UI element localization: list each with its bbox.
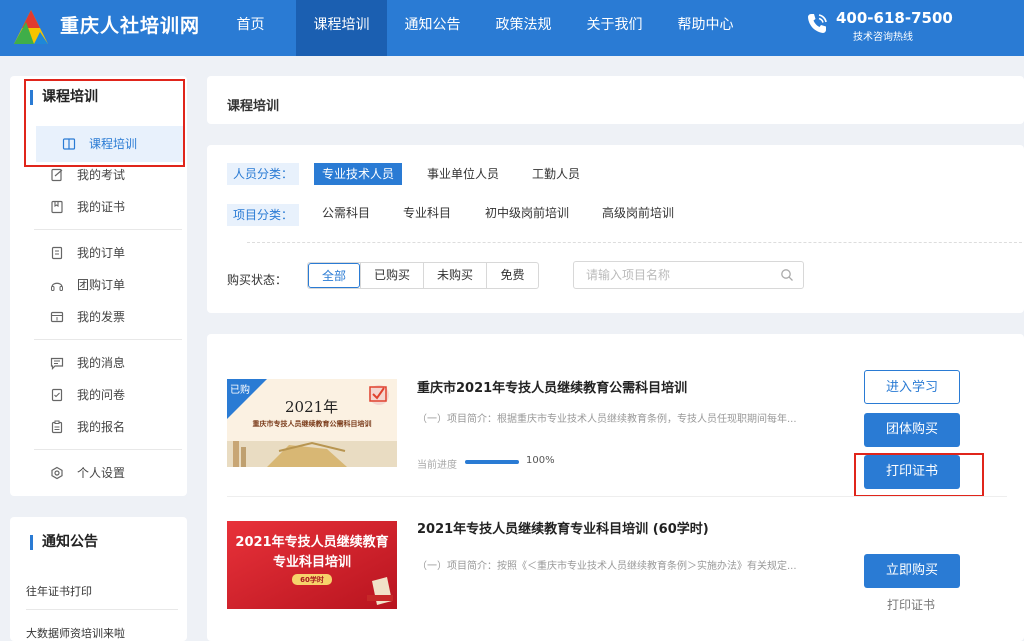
print-certificate-link[interactable]: 打印证书 [887, 596, 935, 613]
project-category-label: 项目分类： [227, 204, 300, 226]
sidebar-item-my-certificates[interactable]: 我的证书 [50, 194, 125, 220]
headset-icon [51, 282, 63, 291]
filter-service-staff[interactable]: 工勤人员 [524, 163, 588, 185]
settings-icon [51, 466, 63, 480]
thumb-hours: 60学时 [300, 576, 324, 584]
course-description: （一）项目简介：按照《＜重庆市专业技术人员继续教育条例＞实施办法》有关规定... [417, 561, 797, 572]
notice-item[interactable]: 大数据师资培训来啦 [26, 625, 125, 641]
nav-notices[interactable]: 通知公告 [387, 0, 478, 56]
course-list-panel: 已购 2021年 重庆市专技人员继续教育公需科目培训 重庆市2021年专技人员继… [207, 334, 1024, 641]
purchase-status-tabs: 全部 已购买 未购买 免费 [307, 262, 539, 289]
breadcrumb: 课程培训 [227, 99, 280, 114]
hotline-label: 技术咨询热线 [853, 32, 913, 43]
highlight-box [854, 453, 984, 497]
status-free-tab[interactable]: 免费 [486, 263, 538, 288]
search-input[interactable] [573, 261, 804, 289]
order-icon [51, 246, 63, 260]
sidebar-item-personal-settings[interactable]: 个人设置 [50, 460, 125, 486]
progress-value: 100% [526, 455, 555, 466]
top-header: 重庆人社培训网 首页 课程培训 通知公告 政策法规 关于我们 帮助中心 400-… [0, 0, 1024, 56]
purchase-status-label: 购买状态： [227, 273, 288, 287]
nav-home[interactable]: 首页 [205, 0, 296, 56]
sidebar-divider [34, 339, 182, 340]
notice-divider [26, 609, 178, 610]
search-icon[interactable] [780, 268, 794, 282]
person-category-label: 人员分类： [227, 163, 300, 185]
status-all-tab[interactable]: 全部 [308, 263, 360, 288]
status-purchased-tab[interactable]: 已购买 [360, 263, 423, 288]
sidebar-item-label: 我的证书 [77, 200, 126, 214]
sidebar-item-label: 个人设置 [77, 466, 126, 480]
notices-title: 通知公告 [30, 535, 98, 550]
message-icon [50, 357, 64, 370]
site-logo-icon[interactable] [10, 6, 52, 48]
nav-help[interactable]: 帮助中心 [660, 0, 751, 56]
sidebar-item-my-messages[interactable]: 我的消息 [50, 350, 125, 376]
exam-icon [51, 168, 63, 182]
filter-professional-staff[interactable]: 专业技术人员 [314, 163, 403, 185]
hotline-number: 400-618-7500 [836, 9, 953, 27]
sidebar-item-my-surveys[interactable]: 我的问卷 [50, 382, 125, 408]
nav-policies[interactable]: 政策法规 [478, 0, 569, 56]
highlight-box [24, 79, 185, 167]
phone-icon [808, 14, 827, 33]
survey-icon [51, 388, 63, 402]
invoice-icon [50, 311, 64, 323]
filter-senior-preservice[interactable]: 高级岗前培训 [594, 202, 682, 224]
course-title[interactable]: 2021年专技人员继续教育专业科目培训 (60学时) [417, 518, 709, 537]
sidebar-divider [34, 449, 182, 450]
progress-bar [465, 460, 519, 464]
purchased-badge: 已购 [230, 385, 250, 396]
sidebar-item-label: 我的订单 [77, 246, 126, 260]
filter-public-institution-staff[interactable]: 事业单位人员 [419, 163, 507, 185]
sidebar-item-my-orders[interactable]: 我的订单 [50, 240, 125, 266]
course-divider [227, 496, 1007, 497]
site-name[interactable]: 重庆人社培训网 [60, 11, 200, 38]
sidebar-item-label: 我的发票 [77, 310, 126, 324]
buy-now-button[interactable]: 立即购买 [864, 554, 960, 588]
sidebar-item-label: 我的消息 [77, 356, 126, 370]
course-thumbnail[interactable]: 已购 2021年 重庆市专技人员继续教育公需科目培训 [227, 379, 397, 467]
clipboard-icon [51, 420, 63, 434]
group-purchase-button[interactable]: 团体购买 [864, 413, 960, 447]
breadcrumb-panel: 课程培训 [207, 76, 1024, 124]
sidebar-notices: 通知公告 往年证书打印 大数据师资培训来啦 [10, 517, 187, 641]
thumb-year: 2021年 [285, 398, 339, 416]
nav-about[interactable]: 关于我们 [569, 0, 660, 56]
filter-divider [247, 242, 1024, 243]
course-thumbnail[interactable]: 2021年专技人员继续教育 专业科目培训 60学时 [227, 521, 397, 609]
progress-bar-fill [465, 460, 519, 464]
filter-junior-preservice[interactable]: 初中级岗前培训 [477, 202, 577, 224]
notice-item[interactable]: 往年证书打印 [26, 583, 92, 599]
sidebar-item-label: 团购订单 [77, 278, 126, 292]
progress-label: 当前进度 [417, 460, 457, 471]
sidebar-item-label: 我的问卷 [77, 388, 126, 402]
filter-professional-subjects[interactable]: 专业科目 [395, 202, 459, 224]
bookmark-icon [51, 200, 63, 214]
filter-public-subjects[interactable]: 公需科目 [314, 202, 378, 224]
main-nav: 首页 课程培训 通知公告 政策法规 关于我们 帮助中心 [205, 0, 751, 56]
sidebar-divider [34, 229, 182, 230]
sidebar-item-my-invoices[interactable]: 我的发票 [50, 304, 125, 330]
thumb-title-line1: 2021年专技人员继续教育 [235, 535, 389, 550]
sidebar-item-my-registrations[interactable]: 我的报名 [50, 414, 125, 440]
thumb-subtitle: 重庆市专技人员继续教育公需科目培训 [252, 420, 372, 428]
course-title[interactable]: 重庆市2021年专技人员继续教育公需科目培训 [417, 377, 687, 396]
filter-panel: 人员分类： 专业技术人员 事业单位人员 工勤人员 项目分类： 公需科目 专业科目… [207, 145, 1024, 313]
course-description: （一）项目简介：根据重庆市专业技术人员继续教育条例，专技人员任现职期间每年... [417, 414, 797, 425]
status-not-purchased-tab[interactable]: 未购买 [423, 263, 486, 288]
thumb-title-line2: 专业科目培训 [272, 555, 351, 570]
nav-course-training[interactable]: 课程培训 [296, 0, 387, 56]
sidebar-item-label: 我的报名 [77, 420, 126, 434]
sidebar-item-group-orders[interactable]: 团购订单 [50, 272, 125, 298]
enter-study-button[interactable]: 进入学习 [864, 370, 960, 404]
